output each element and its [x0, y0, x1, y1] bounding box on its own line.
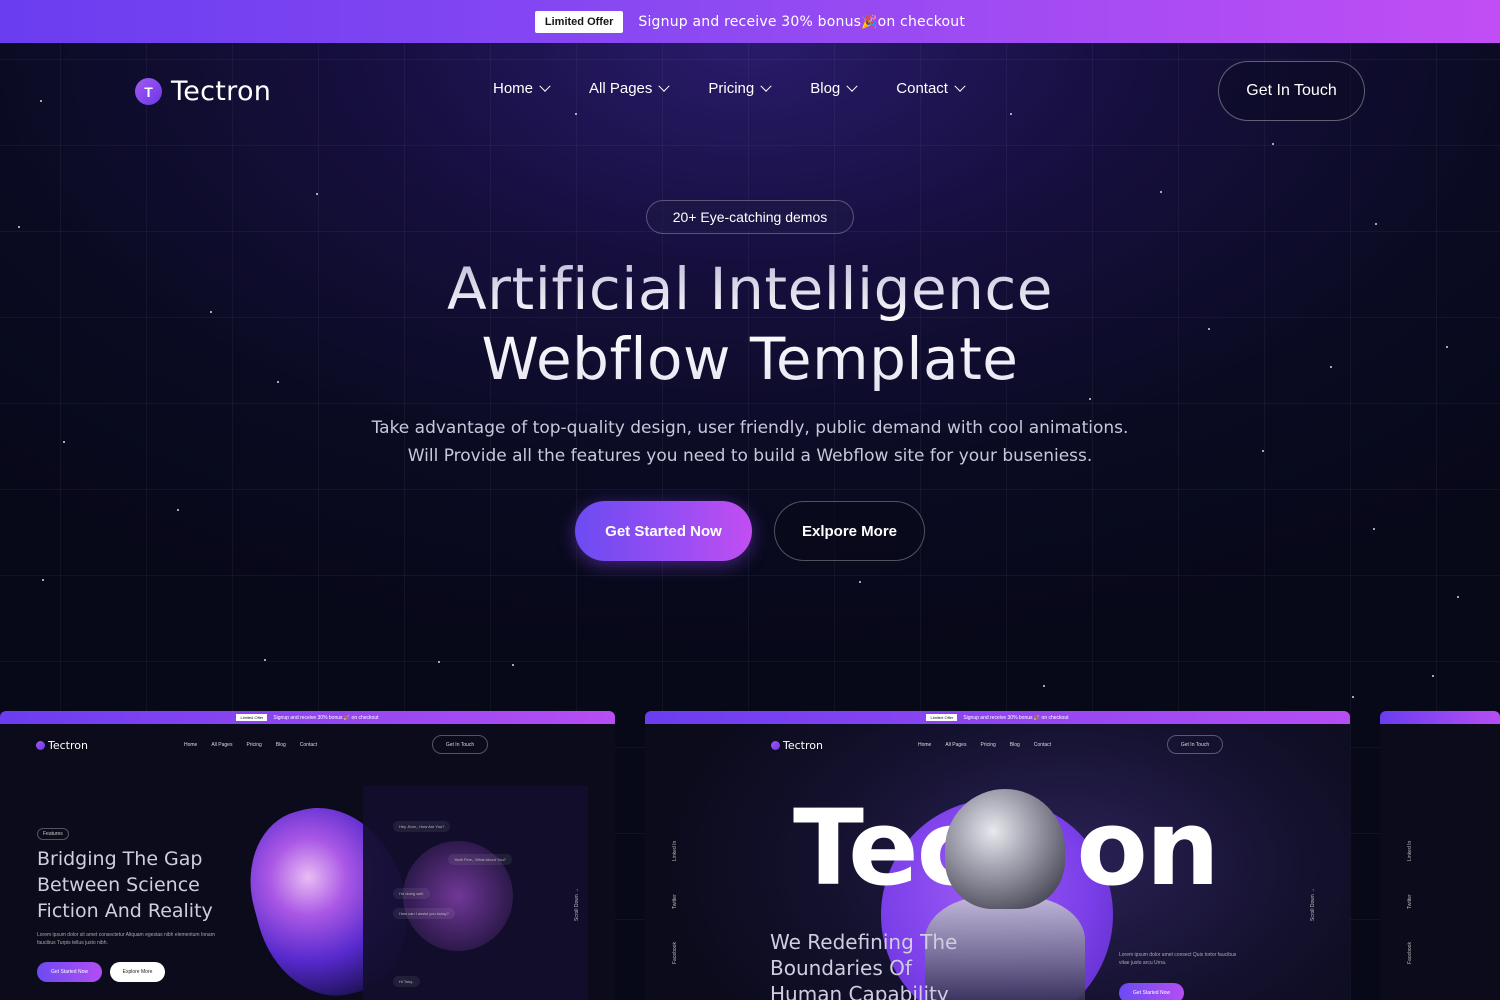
big-word-right: on	[1076, 787, 1219, 909]
mini-social-linkedin: Linked In	[1407, 840, 1413, 861]
mini-announcement-bar	[1380, 711, 1500, 724]
mini-get-started-button: Get Started Now	[1119, 983, 1184, 1000]
mini-announcement-text: Signup and receive 30% bonus 🎉 on checko…	[273, 714, 379, 721]
mini-link: Home	[184, 742, 198, 748]
mini-features-chip: Features	[37, 828, 69, 840]
limited-offer-badge: Limited Offer	[534, 10, 624, 33]
mini-link: Blog	[1009, 742, 1020, 748]
hero-title: Artificial Intelligence Webflow Template	[300, 254, 1200, 394]
mini-nav-links: Home All Pages Pricing Blog Contact	[918, 742, 1051, 748]
nav-item-label: All Pages	[589, 80, 653, 97]
mini-link: Blog	[275, 742, 286, 748]
mini-explore-button: Explore More	[110, 962, 165, 982]
mini-paragraph: Lorem ipsum dolor amet consect Quis tort…	[1119, 952, 1237, 966]
nav-item-label: Blog	[810, 80, 841, 97]
hero-subtitle: Take advantage of top-quality design, us…	[300, 414, 1200, 470]
mini-social-facebook: Facebook	[1407, 942, 1413, 964]
mini-nav: Tectron Home All Pages Pricing Blog Cont…	[0, 733, 615, 755]
mini-link: Contact	[1033, 742, 1052, 748]
demos-pill: 20+ Eye-catching demos	[646, 200, 854, 234]
nav-item-blog[interactable]: Blog	[810, 80, 858, 97]
robot-head-image	[945, 789, 1065, 909]
mini-chat-panel: Hey Jhon,, How Are You? Yeah Fine,, What…	[363, 786, 588, 1000]
mini-social-facebook: Facebook	[672, 942, 678, 964]
announcement-bar: Limited Offer Signup and receive 30% bon…	[0, 0, 1500, 43]
hero-title-line-1: Artificial Intelligence	[447, 255, 1053, 323]
brand-logo[interactable]: T Tectron	[135, 76, 271, 107]
mini-link: All Pages	[945, 742, 967, 748]
mini-social-twitter: Twitter	[1407, 894, 1413, 909]
nav-item-pricing[interactable]: Pricing	[708, 80, 772, 97]
mini-scroll-down: Scroll Down →	[1310, 887, 1316, 921]
announcement-text: Signup and receive 30% bonus	[638, 13, 862, 30]
mini-logo-name: Tectron	[783, 739, 823, 752]
explore-more-button[interactable]: Exlpore More	[774, 501, 925, 561]
nav-item-home[interactable]: Home	[493, 80, 551, 97]
demo-preview-card-3[interactable]: Linked In Twitter Facebook	[1380, 711, 1500, 1000]
chat-message: Yeah Fine,, What About You?	[448, 854, 512, 865]
nav-item-contact[interactable]: Contact	[896, 80, 966, 97]
mini-social-twitter: Twitter	[672, 894, 678, 909]
mini-paragraph: Lorem ipsum dolor sit amet consectetur A…	[37, 932, 215, 946]
chat-message: Hi Tony..	[393, 976, 421, 987]
mini-nav-links: Home All Pages Pricing Blog Contact	[184, 742, 317, 748]
mini-scroll-down: Scroll Down →	[574, 887, 580, 921]
mini-nav: Tectron Home All Pages Pricing Blog Cont…	[645, 733, 1350, 755]
demo-preview-card-2[interactable]: Limited Offer Signup and receive 30% bon…	[645, 711, 1350, 1000]
chevron-down-icon	[954, 80, 966, 92]
hero-title-line-2: Webflow Template	[481, 325, 1019, 393]
mini-logo-name: Tectron	[48, 739, 88, 752]
mini-link: All Pages	[211, 742, 233, 748]
mini-get-in-touch: Get In Touch	[1167, 735, 1223, 754]
mini-headline: Bridging The Gap Between Science Fiction…	[37, 848, 213, 922]
hero-subtitle-line-2: Will Provide all the features you need t…	[407, 446, 1093, 466]
mini-get-in-touch: Get In Touch	[432, 735, 488, 754]
announcement-message: Signup and receive 30% bonus🎉on checkout	[638, 14, 965, 30]
brand-name: Tectron	[171, 76, 272, 107]
chevron-down-icon	[539, 80, 551, 92]
mini-badge: Limited Offer	[236, 714, 268, 721]
chevron-down-icon	[846, 80, 858, 92]
mini-logo: Tectron	[36, 739, 88, 752]
mini-link: Pricing	[246, 742, 262, 748]
nav-item-label: Home	[493, 80, 534, 97]
mini-badge: Limited Offer	[926, 714, 958, 721]
mini-announcement-bar: Limited Offer Signup and receive 30% bon…	[645, 711, 1350, 724]
chat-message: Hey Jhon,, How Are You?	[393, 821, 451, 832]
mini-link: Pricing	[980, 742, 996, 748]
mini-get-started-button: Get Started Now	[37, 962, 102, 982]
mini-logo-mark-icon	[771, 741, 780, 750]
party-popper-icon: 🎉	[861, 14, 878, 30]
announcement-text-end: on checkout	[877, 13, 966, 30]
nav-item-all-pages[interactable]: All Pages	[589, 80, 671, 97]
mini-logo-mark-icon	[36, 741, 45, 750]
mini-announcement-bar: Limited Offer Signup and receive 30% bon…	[0, 711, 615, 724]
mini-logo: Tectron	[771, 739, 823, 752]
mini-announcement-text: Signup and receive 30% bonus 🎉 on checko…	[963, 714, 1069, 721]
mini-link: Home	[918, 742, 932, 748]
mini-link: Contact	[299, 742, 318, 748]
nav-item-label: Contact	[896, 80, 948, 97]
mini-social-linkedin: Linked In	[672, 840, 678, 861]
main-nav: Home All Pages Pricing Blog Contact	[493, 80, 966, 97]
chat-message: How can I assist you today?	[393, 908, 455, 919]
get-in-touch-button[interactable]: Get In Touch	[1218, 61, 1365, 121]
mini-tagline: We Redefining The Boundaries Of Human Ca…	[770, 930, 958, 1000]
nav-item-label: Pricing	[708, 80, 755, 97]
get-started-now-button[interactable]: Get Started Now	[575, 501, 752, 561]
hero-subtitle-line-1: Take advantage of top-quality design, us…	[371, 418, 1129, 438]
chat-message: I'm doing well.	[393, 888, 431, 899]
demo-preview-card-1[interactable]: Limited Offer Signup and receive 30% bon…	[0, 711, 615, 1000]
chevron-down-icon	[658, 80, 671, 92]
chevron-down-icon	[760, 80, 772, 92]
logo-mark-icon: T	[135, 78, 162, 105]
